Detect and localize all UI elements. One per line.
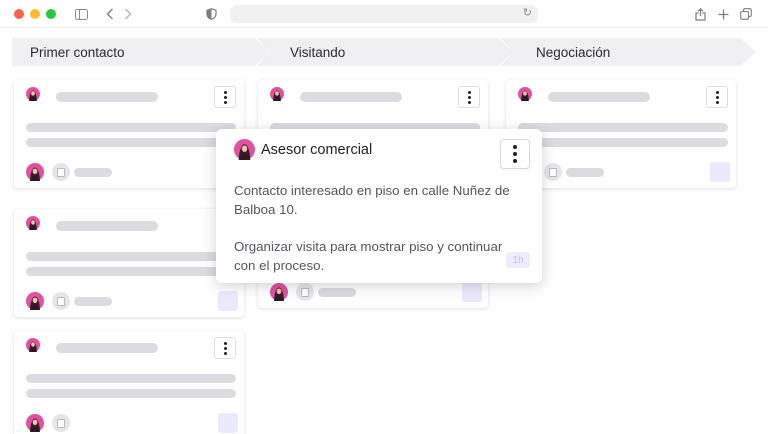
tabs-overview-icon[interactable] bbox=[738, 6, 754, 22]
note-icon bbox=[52, 292, 70, 310]
status-badge bbox=[462, 282, 482, 302]
deal-detail-popover[interactable]: Asesor comercial Contacto interesado en … bbox=[216, 129, 542, 283]
skeleton-line bbox=[518, 123, 728, 132]
stage-label: Negociación bbox=[536, 44, 611, 60]
popover-title: Asesor comercial bbox=[261, 142, 373, 158]
skeleton-line bbox=[518, 138, 728, 147]
status-badge bbox=[218, 291, 238, 311]
stage-negociacion[interactable]: Negociación bbox=[500, 38, 756, 66]
skeleton-title bbox=[548, 92, 650, 102]
deal-card[interactable] bbox=[14, 80, 244, 188]
new-tab-icon[interactable] bbox=[715, 6, 731, 22]
skeleton-line bbox=[26, 389, 236, 398]
forward-icon[interactable] bbox=[120, 6, 136, 22]
skeleton-line bbox=[26, 138, 236, 147]
more-options-button[interactable] bbox=[500, 139, 530, 169]
status-badge bbox=[218, 413, 238, 433]
stage-visitando[interactable]: Visitando bbox=[256, 38, 514, 66]
stage-primer-contacto[interactable]: Primer contacto bbox=[12, 38, 270, 66]
skeleton-tag bbox=[74, 297, 112, 306]
deal-card[interactable] bbox=[14, 209, 244, 317]
avatar bbox=[26, 216, 40, 230]
browser-toolbar: ↻ bbox=[0, 0, 768, 28]
skeleton-tag bbox=[566, 168, 604, 177]
skeleton-title bbox=[56, 92, 158, 102]
avatar bbox=[26, 338, 40, 352]
share-icon[interactable] bbox=[692, 6, 708, 22]
more-options-button[interactable] bbox=[458, 86, 480, 108]
shield-icon bbox=[203, 6, 219, 22]
stage-label: Primer contacto bbox=[30, 44, 125, 60]
skeleton-title bbox=[56, 343, 158, 353]
avatar bbox=[234, 139, 255, 160]
maximize-window-button[interactable] bbox=[46, 9, 56, 19]
skeleton-line bbox=[26, 252, 236, 261]
back-icon[interactable] bbox=[102, 6, 118, 22]
minimize-window-button[interactable] bbox=[30, 9, 40, 19]
note-icon bbox=[296, 283, 314, 301]
more-options-button[interactable] bbox=[214, 86, 236, 108]
avatar bbox=[26, 163, 44, 181]
pipeline-stages: Primer contacto Visitando Negociación bbox=[12, 38, 756, 66]
skeleton-line bbox=[26, 123, 236, 132]
skeleton-tag bbox=[74, 168, 112, 177]
reload-icon[interactable]: ↻ bbox=[523, 6, 532, 19]
note-icon bbox=[52, 163, 70, 181]
note-icon bbox=[544, 163, 562, 181]
status-badge bbox=[710, 162, 730, 182]
avatar bbox=[26, 414, 44, 432]
skeleton-line bbox=[26, 374, 236, 383]
note-icon bbox=[52, 414, 70, 432]
popover-next-step: Organizar visita para mostrar piso y con… bbox=[234, 239, 503, 273]
more-options-button[interactable] bbox=[706, 86, 728, 108]
sidebar-icon[interactable] bbox=[73, 6, 89, 22]
skeleton-title bbox=[56, 221, 158, 231]
close-window-button[interactable] bbox=[14, 9, 24, 19]
avatar bbox=[26, 292, 44, 310]
skeleton-title bbox=[300, 92, 402, 102]
more-options-button[interactable] bbox=[214, 337, 236, 359]
avatar bbox=[26, 87, 40, 101]
avatar bbox=[270, 283, 288, 301]
avatar bbox=[518, 87, 532, 101]
time-badge: 1h bbox=[506, 252, 530, 268]
deal-card[interactable] bbox=[14, 331, 244, 434]
avatar bbox=[270, 87, 284, 101]
skeleton-tag bbox=[318, 288, 356, 297]
popover-description: Contacto interesado en piso en calle Nuñ… bbox=[234, 183, 510, 217]
skeleton-line bbox=[26, 267, 236, 276]
address-bar[interactable]: ↻ bbox=[230, 5, 538, 23]
